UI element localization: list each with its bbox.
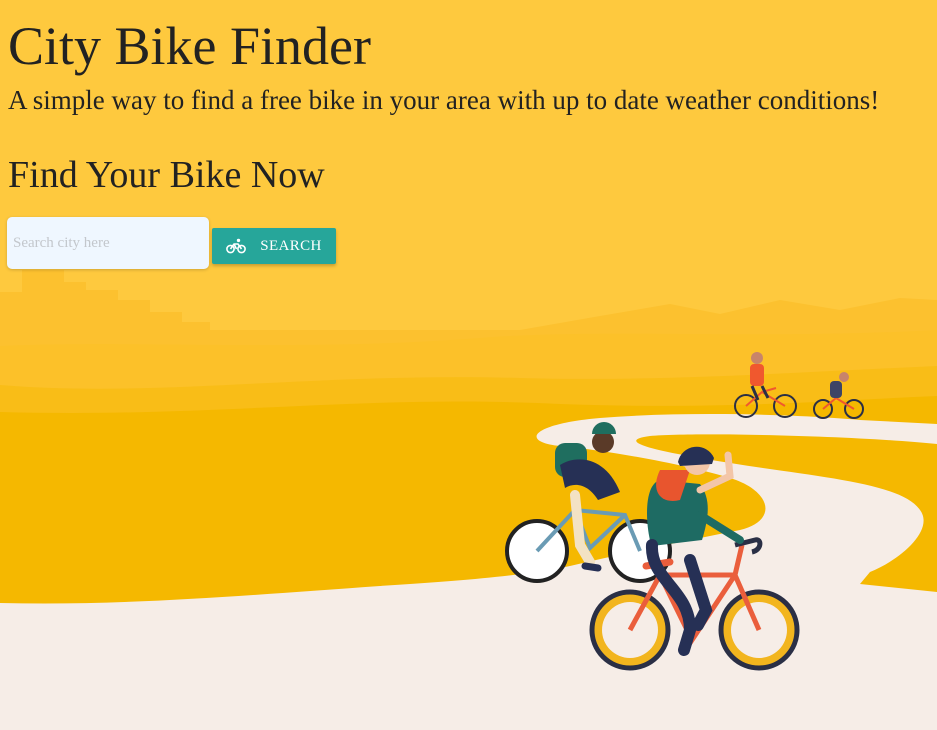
bike-icon — [226, 238, 247, 254]
search-input[interactable] — [7, 217, 209, 269]
page-subtitle: A simple way to find a free bike in your… — [8, 85, 880, 115]
search-button-label: SEARCH — [260, 237, 322, 254]
page-title: City Bike Finder — [8, 16, 371, 76]
search-heading: Find Your Bike Now — [8, 154, 325, 196]
search-button[interactable]: SEARCH — [212, 228, 336, 264]
